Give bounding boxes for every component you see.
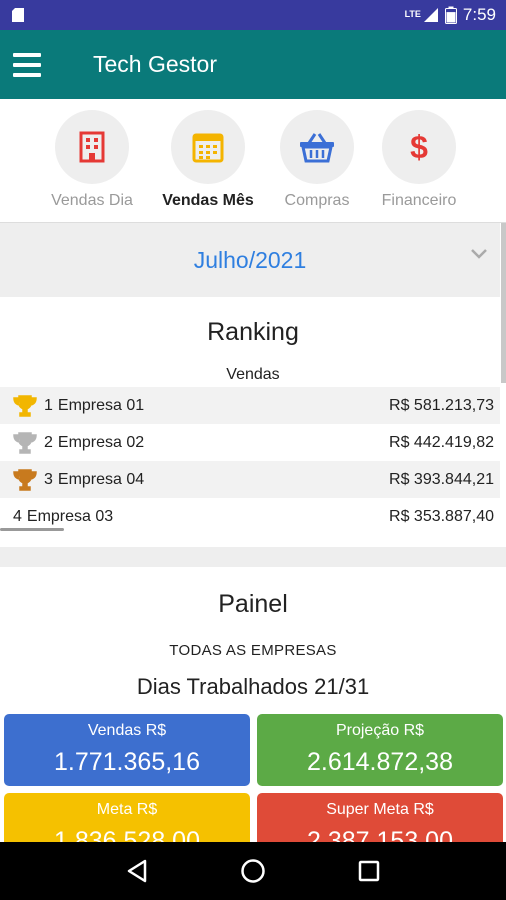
sales-value: R$ 581.213,73	[389, 396, 494, 414]
tab-label: Vendas Mês	[162, 192, 254, 209]
sales-value: R$ 393.844,21	[389, 470, 494, 488]
painel-title: Painel	[218, 590, 288, 618]
projecao-card[interactable]: Projeção R$ 2.614.872,38	[257, 714, 503, 786]
tab-financeiro[interactable]: $ Financeiro	[364, 110, 474, 210]
card-title: Vendas R$	[87, 722, 167, 739]
rank-position: 4	[13, 507, 22, 525]
horizontal-scrollbar[interactable]	[0, 528, 64, 531]
signal-icon	[423, 8, 438, 22]
ranking-row[interactable]: 4 Empresa 03 R$ 353.887,40	[0, 498, 500, 535]
sd-card-icon	[12, 8, 24, 22]
calendar-icon	[192, 133, 224, 163]
ranking-row[interactable]: 3 Empresa 04 R$ 393.844,21	[0, 461, 500, 498]
silver-trophy-icon	[13, 431, 37, 454]
status-bar: LTE 7:59	[0, 0, 506, 30]
system-nav-bar	[0, 842, 506, 900]
vendas-card[interactable]: Vendas R$ 1.771.365,16	[4, 714, 250, 786]
month-label: Julho/2021	[193, 246, 307, 273]
painel-subtitle: TODAS AS EMPRESAS	[169, 642, 337, 659]
card-title: Meta R$	[96, 801, 158, 818]
month-selector[interactable]: Julho/2021	[0, 223, 500, 297]
back-icon[interactable]	[126, 859, 148, 883]
tab-label: Compras	[284, 192, 350, 209]
building-icon	[79, 131, 105, 163]
rank-position: 2	[44, 433, 53, 451]
company-name: Empresa 03	[26, 507, 114, 525]
card-title: Super Meta R$	[326, 801, 434, 818]
hamburger-menu-icon[interactable]	[13, 52, 41, 77]
bronze-trophy-icon	[13, 468, 37, 491]
app-title: Tech Gestor	[93, 51, 217, 77]
dias-trabalhados: Dias Trabalhados 21/31	[136, 674, 370, 699]
dollar-icon: $	[410, 128, 428, 165]
tab-vendas-dia[interactable]: Vendas Dia	[37, 110, 147, 210]
company-name: Empresa 04	[57, 470, 145, 488]
ranking-subtitle: Vendas	[226, 366, 280, 383]
ranking-title: Ranking	[207, 318, 299, 346]
section-divider	[0, 547, 506, 567]
basket-icon	[300, 133, 334, 163]
network-type: LTE	[404, 9, 421, 19]
rank-position: 3	[44, 470, 53, 488]
tab-compras[interactable]: Compras	[262, 110, 372, 210]
ranking-row[interactable]: 1 Empresa 01 R$ 581.213,73	[0, 387, 500, 424]
gold-trophy-icon	[13, 394, 37, 417]
recents-icon[interactable]	[358, 860, 380, 882]
card-value: 2.614.872,38	[307, 748, 453, 776]
app-bar: Tech Gestor	[0, 30, 506, 99]
tab-label: Vendas Dia	[51, 192, 133, 209]
chevron-down-icon[interactable]	[470, 248, 488, 260]
ranking-row[interactable]: 2 Empresa 02 R$ 442.419,82	[0, 424, 500, 461]
sales-value: R$ 353.887,40	[389, 507, 494, 525]
tab-label: Financeiro	[381, 192, 457, 209]
clock: 7:59	[462, 5, 496, 24]
vertical-scrollbar[interactable]	[501, 223, 506, 383]
battery-icon	[444, 6, 457, 24]
company-name: Empresa 01	[57, 396, 145, 414]
card-value: 1.771.365,16	[54, 748, 200, 776]
ranking-list: 1 Empresa 01 R$ 581.213,73 2 Empresa 02 …	[0, 387, 500, 535]
company-name: Empresa 02	[57, 433, 145, 451]
card-title: Projeção R$	[335, 722, 425, 739]
home-icon[interactable]	[240, 858, 266, 884]
section-tabs: Vendas Dia Vendas Mês Compras $ Financei…	[0, 99, 506, 223]
rank-position: 1	[44, 396, 53, 414]
sales-value: R$ 442.419,82	[389, 433, 494, 451]
tab-vendas-mes[interactable]: Vendas Mês	[153, 110, 263, 210]
